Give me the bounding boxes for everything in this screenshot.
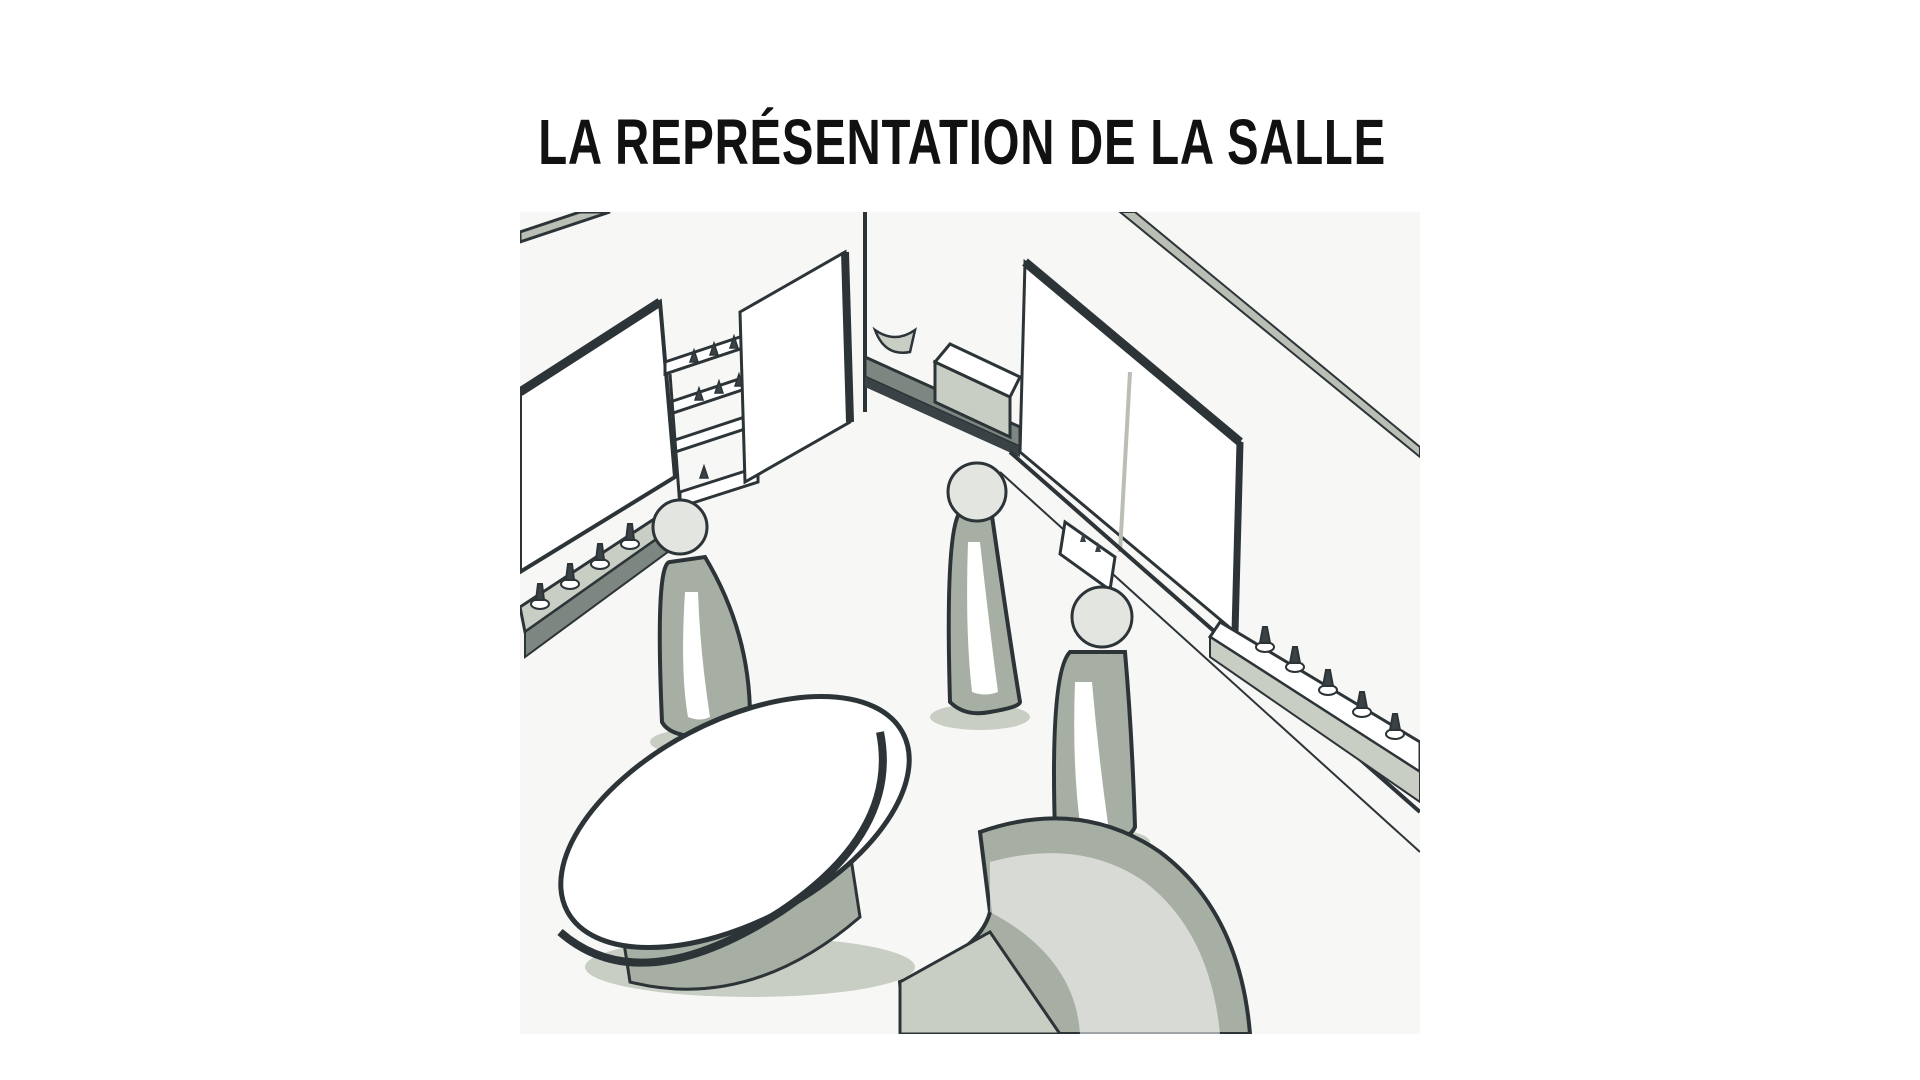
slide: LA REPRÉSENTATION DE LA SALLE bbox=[0, 0, 1920, 1080]
slide-title: LA REPRÉSENTATION DE LA SALLE bbox=[538, 106, 1386, 178]
room-sketch-illustration bbox=[520, 212, 1420, 1034]
